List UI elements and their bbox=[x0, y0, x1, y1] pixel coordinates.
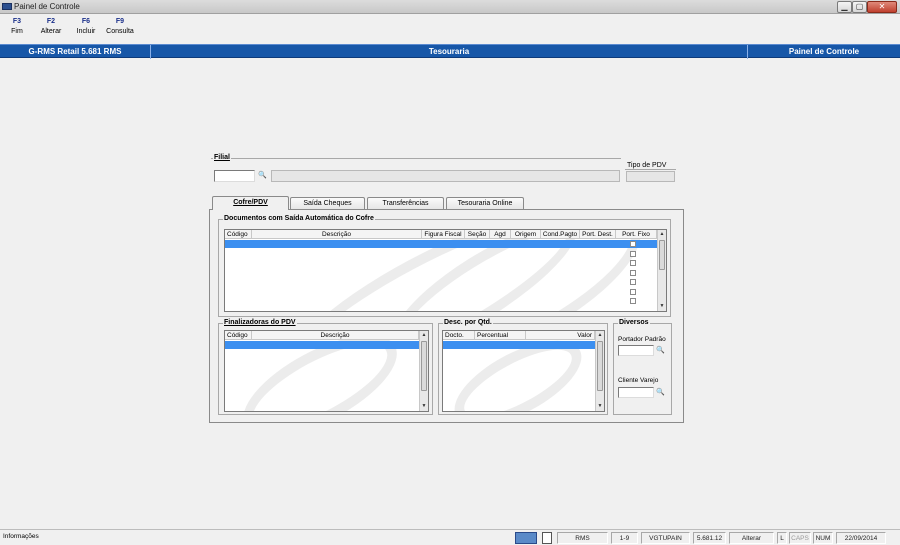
status-user: RMS bbox=[557, 532, 608, 544]
scroll-up-arrow[interactable]: ▲ bbox=[420, 331, 428, 339]
desconto-grid[interactable]: Docto. Percentual Valor ▲ ▼ bbox=[442, 330, 605, 412]
tab-cofre-pdv[interactable]: Cofre/PDV bbox=[212, 196, 289, 210]
network-icon bbox=[515, 532, 537, 544]
app-icon bbox=[2, 3, 12, 10]
binoculars-icon[interactable]: 🔍 bbox=[257, 171, 268, 180]
documentos-scrollbar[interactable]: ▲ ▼ bbox=[657, 230, 666, 311]
close-button[interactable]: ✕ bbox=[867, 1, 897, 13]
col-port-fixo[interactable]: Port. Fixo bbox=[616, 230, 657, 239]
status-version: 5.681.12 bbox=[693, 532, 726, 544]
cliente-label: Cliente Varejo bbox=[618, 377, 659, 384]
col-codigo[interactable]: Código bbox=[225, 331, 252, 340]
port-fixo-checkbox[interactable] bbox=[630, 270, 636, 276]
scroll-down-arrow[interactable]: ▼ bbox=[420, 402, 428, 410]
binoculars-icon[interactable]: 🔍 bbox=[655, 388, 666, 397]
col-cond-pagto[interactable]: Cond.Pagto bbox=[541, 230, 580, 239]
fim-key: F3 bbox=[12, 18, 22, 25]
scroll-up-arrow[interactable]: ▲ bbox=[596, 331, 604, 339]
tipo-pdv-label: Tipo de PDV bbox=[627, 162, 667, 169]
finalizadoras-scrollbar[interactable]: ▲ ▼ bbox=[419, 331, 428, 411]
cliente-input[interactable] bbox=[618, 387, 654, 398]
portador-label: Portador Padrão bbox=[618, 336, 666, 343]
filial-name-field bbox=[271, 170, 620, 182]
window-title: Painel de Controle bbox=[14, 2, 80, 11]
tab-panel-cofre-pdv: Documentos com Saída Automática do Cofre… bbox=[209, 209, 684, 423]
documentos-title: Documentos com Saída Automática do Cofre bbox=[223, 215, 375, 222]
col-secao[interactable]: Seção bbox=[465, 230, 490, 239]
status-info: Informações bbox=[3, 533, 39, 540]
col-port-dest[interactable]: Port. Dest. bbox=[580, 230, 616, 239]
finalizadoras-header: Código Descrição bbox=[225, 331, 419, 340]
port-fixo-checkbox[interactable] bbox=[630, 260, 636, 266]
status-l: L bbox=[777, 532, 787, 544]
binoculars-icon[interactable]: 🔍 bbox=[655, 346, 666, 355]
status-code: 1-9 bbox=[611, 532, 638, 544]
status-num: NUM bbox=[813, 532, 833, 544]
col-figura-fiscal[interactable]: Figura Fiscal bbox=[422, 230, 465, 239]
panel-title: Painel de Controle bbox=[788, 47, 860, 56]
documentos-header: Código Descrição Figura Fiscal Seção Agd… bbox=[225, 230, 657, 239]
table-row-selected[interactable] bbox=[443, 341, 595, 349]
alterar-key: F2 bbox=[46, 18, 56, 25]
documentos-grid[interactable]: Código Descrição Figura Fiscal Seção Agd… bbox=[224, 229, 667, 312]
filial-code-input[interactable] bbox=[214, 170, 255, 182]
col-codigo[interactable]: Código bbox=[225, 230, 252, 239]
scroll-down-arrow[interactable]: ▼ bbox=[658, 302, 666, 310]
desconto-header: Docto. Percentual Valor bbox=[443, 331, 595, 340]
clipboard-icon bbox=[542, 532, 552, 544]
col-descricao[interactable]: Descrição bbox=[252, 230, 422, 239]
scroll-up-arrow[interactable]: ▲ bbox=[658, 230, 666, 238]
portador-input[interactable] bbox=[618, 345, 654, 356]
port-fixo-checkbox[interactable] bbox=[630, 298, 636, 304]
status-program: VGTUPAIN bbox=[641, 532, 690, 544]
tipo-pdv-field bbox=[626, 171, 675, 182]
status-caps: CAPS bbox=[789, 532, 811, 544]
desconto-title: Desc. por Qtd. bbox=[443, 319, 493, 326]
module-title: Tesouraria bbox=[428, 47, 470, 56]
minimize-button[interactable]: ▁ bbox=[837, 1, 852, 13]
maximize-button[interactable]: ▢ bbox=[852, 1, 867, 13]
port-fixo-checkbox[interactable] bbox=[630, 289, 636, 295]
incluir-button[interactable]: F6 Incluir bbox=[74, 18, 98, 35]
scroll-thumb[interactable] bbox=[597, 341, 603, 391]
scroll-down-arrow[interactable]: ▼ bbox=[596, 402, 604, 410]
status-mode: Alterar bbox=[729, 532, 774, 544]
alterar-label: Alterar bbox=[40, 28, 62, 35]
consulta-key: F9 bbox=[115, 18, 125, 25]
fim-label: Fim bbox=[11, 28, 23, 35]
diversos-title: Diversos bbox=[618, 319, 650, 326]
title-bar: Painel de Controle ▁ ▢ ✕ bbox=[0, 0, 900, 14]
module-header: G-RMS Retail 5.681 RMS Tesouraria Painel… bbox=[0, 44, 900, 59]
incluir-label: Incluir bbox=[76, 28, 96, 35]
scroll-thumb[interactable] bbox=[659, 240, 665, 270]
incluir-key: F6 bbox=[81, 18, 91, 25]
alterar-button[interactable]: F2 Alterar bbox=[38, 18, 64, 35]
fim-button[interactable]: F3 Fim bbox=[6, 18, 28, 35]
col-docto[interactable]: Docto. bbox=[443, 331, 475, 340]
col-valor[interactable]: Valor bbox=[526, 331, 595, 340]
col-agd[interactable]: Agd bbox=[490, 230, 511, 239]
finalizadoras-grid[interactable]: Código Descrição ▲ ▼ bbox=[224, 330, 429, 412]
port-fixo-checkbox[interactable] bbox=[630, 279, 636, 285]
consulta-label: Consulta bbox=[106, 28, 134, 35]
port-fixo-checkbox[interactable] bbox=[630, 251, 636, 257]
status-date: 22/09/2014 bbox=[836, 532, 886, 544]
table-row-selected[interactable] bbox=[225, 240, 657, 248]
desconto-scrollbar[interactable]: ▲ ▼ bbox=[595, 331, 604, 411]
tipo-pdv-divider bbox=[625, 169, 676, 170]
app-version: G-RMS Retail 5.681 RMS bbox=[28, 47, 122, 56]
table-row-selected[interactable] bbox=[225, 341, 419, 349]
col-percentual[interactable]: Percentual bbox=[475, 331, 526, 340]
status-bar: Informações RMS 1-9 VGTUPAIN 5.681.12 Al… bbox=[0, 529, 900, 545]
filial-label: Filial bbox=[213, 154, 231, 161]
col-origem[interactable]: Origem bbox=[511, 230, 541, 239]
toolbar: F3 Fim F2 Alterar F6 Incluir F9 Consulta bbox=[0, 14, 900, 44]
finalizadoras-title: Finalizadoras do PDV bbox=[223, 319, 297, 326]
col-descricao[interactable]: Descrição bbox=[252, 331, 419, 340]
consulta-button[interactable]: F9 Consulta bbox=[104, 18, 136, 35]
scroll-thumb[interactable] bbox=[421, 341, 427, 391]
port-fixo-checkbox[interactable] bbox=[630, 241, 636, 247]
